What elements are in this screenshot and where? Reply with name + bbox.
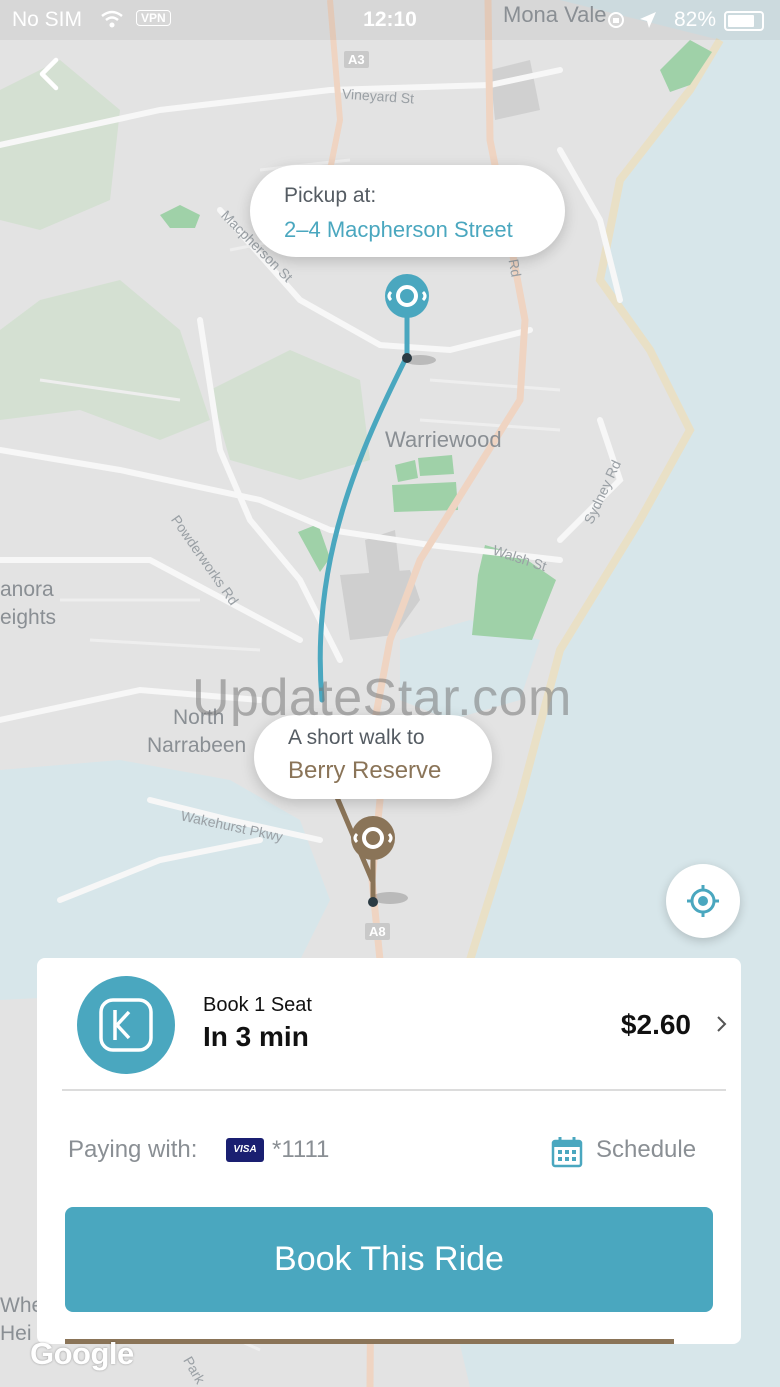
- road-rd: Rd: [505, 257, 525, 279]
- calendar-icon: [551, 1137, 583, 1168]
- service-logo-icon: [77, 976, 175, 1074]
- progress-fill: [65, 1339, 675, 1344]
- battery-icon: [724, 11, 764, 31]
- eta-label: In 3 min: [203, 1021, 309, 1052]
- dropoff-pin-icon: [351, 816, 395, 860]
- chevron-left-icon: [39, 57, 59, 91]
- dropoff-label: A short walk to: [288, 726, 425, 749]
- seat-count-label: Book 1 Seat: [203, 994, 312, 1016]
- chevron-right-icon[interactable]: [715, 1014, 729, 1034]
- place-warriewood: Warriewood: [385, 427, 502, 452]
- watermark: UpdateStar.com: [192, 669, 572, 727]
- divider: [62, 1089, 726, 1091]
- location-arrow-icon: [640, 12, 656, 28]
- battery-percent: 82%: [673, 8, 716, 31]
- route-shield-a8: A8: [365, 923, 390, 940]
- visa-card-icon[interactable]: VISA: [226, 1138, 264, 1162]
- paying-with-label: Paying with:: [68, 1136, 198, 1163]
- dropoff-place: Berry Reserve: [288, 757, 442, 784]
- place-narrabeen: Narrabeen: [147, 734, 247, 757]
- place-anora: anora: [0, 578, 54, 601]
- app-screen: Mona Vale Warriewood North Narrabeen ano…: [0, 0, 780, 1387]
- pickup-callout[interactable]: Pickup at: 2–4 Macpherson Street: [250, 165, 565, 257]
- price-label[interactable]: $2.60: [621, 1009, 691, 1041]
- booking-card: Book 1 Seat In 3 min $2.60 Paying with: …: [37, 958, 741, 1344]
- crosshair-icon: [687, 885, 719, 917]
- schedule-label: Schedule: [596, 1136, 697, 1163]
- back-button[interactable]: [28, 52, 72, 96]
- place-eights: eights: [0, 606, 57, 629]
- card-number[interactable]: *1111: [272, 1136, 329, 1164]
- book-ride-button[interactable]: Book This Ride: [65, 1207, 713, 1312]
- locate-me-button[interactable]: [666, 864, 740, 938]
- clock: 12:10: [363, 8, 417, 31]
- pickup-pin-icon: [385, 274, 429, 318]
- route-shield-a3: A3: [344, 51, 369, 68]
- lock-rotation-icon: [608, 12, 624, 28]
- progress-bar: [65, 1339, 713, 1344]
- status-bar: No SIM VPN 12:10 82%: [0, 0, 780, 40]
- google-attribution: Google: [30, 1336, 134, 1371]
- pickup-address: 2–4 Macpherson Street: [284, 217, 513, 242]
- place-hei: Hei: [0, 1322, 32, 1345]
- pickup-label: Pickup at:: [284, 184, 377, 207]
